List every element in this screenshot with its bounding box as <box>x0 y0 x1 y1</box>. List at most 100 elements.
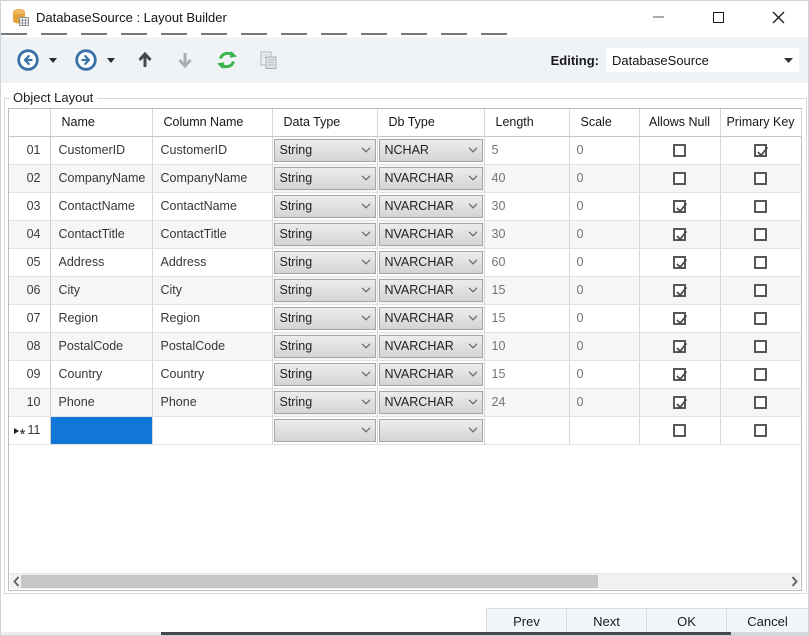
cell-scale[interactable]: 0 <box>569 304 639 332</box>
db-type-dropdown[interactable]: NVARCHAR <box>379 307 483 330</box>
db-type-dropdown[interactable]: NVARCHAR <box>379 335 483 358</box>
cell-name[interactable]: Country <box>50 360 152 388</box>
cell-name[interactable]: CompanyName <box>50 164 152 192</box>
row-header[interactable]: 01 <box>9 136 50 164</box>
cell-column-name[interactable]: Phone <box>152 388 272 416</box>
cell-column-name[interactable]: ContactTitle <box>152 220 272 248</box>
cell-length[interactable]: 15 <box>484 276 569 304</box>
primary-key-checkbox[interactable] <box>754 340 767 353</box>
column-header-data-type[interactable]: Data Type <box>272 109 377 136</box>
cell-scale[interactable]: 0 <box>569 332 639 360</box>
db-type-dropdown[interactable]: NVARCHAR <box>379 251 483 274</box>
selected-cell-name[interactable] <box>50 416 152 444</box>
new-row-header[interactable]: *11 <box>9 416 50 444</box>
column-header-allows-null[interactable]: Allows Null <box>639 109 720 136</box>
db-type-dropdown[interactable]: NVARCHAR <box>379 167 483 190</box>
data-type-dropdown[interactable]: String <box>274 363 376 386</box>
column-header-db-type[interactable]: Db Type <box>377 109 484 136</box>
db-type-dropdown[interactable]: NVARCHAR <box>379 279 483 302</box>
cell-column-name[interactable]: Address <box>152 248 272 276</box>
allows-null-checkbox-checked[interactable] <box>673 200 686 213</box>
primary-key-checkbox[interactable] <box>754 368 767 381</box>
data-type-dropdown[interactable]: String <box>274 391 376 414</box>
data-type-dropdown[interactable]: String <box>274 139 376 162</box>
allows-null-checkbox-checked[interactable] <box>673 368 686 381</box>
cell-name[interactable]: ContactTitle <box>50 220 152 248</box>
cell-column-name[interactable]: CompanyName <box>152 164 272 192</box>
primary-key-checkbox[interactable] <box>754 284 767 297</box>
cell-name[interactable]: Address <box>50 248 152 276</box>
close-button[interactable] <box>748 1 808 33</box>
cell-length[interactable]: 10 <box>484 332 569 360</box>
allows-null-checkbox[interactable] <box>673 172 686 185</box>
cancel-button[interactable]: Cancel <box>726 608 809 634</box>
cell-column-name[interactable]: ContactName <box>152 192 272 220</box>
cell-length[interactable] <box>484 416 569 444</box>
cell-column-name[interactable] <box>152 416 272 444</box>
ok-button[interactable]: OK <box>646 608 727 634</box>
column-header-name[interactable]: Name <box>50 109 152 136</box>
next-button[interactable]: Next <box>566 608 647 634</box>
data-type-dropdown[interactable]: String <box>274 279 376 302</box>
paste-button[interactable] <box>253 43 284 77</box>
data-type-dropdown[interactable]: String <box>274 167 376 190</box>
refresh-button[interactable] <box>211 43 243 77</box>
cell-column-name[interactable]: Country <box>152 360 272 388</box>
allows-null-checkbox-checked[interactable] <box>673 256 686 269</box>
cell-length[interactable]: 60 <box>484 248 569 276</box>
editing-combobox[interactable]: DatabaseSource <box>606 48 799 72</box>
cell-scale[interactable]: 0 <box>569 276 639 304</box>
row-header[interactable]: 02 <box>9 164 50 192</box>
cell-scale[interactable]: 0 <box>569 360 639 388</box>
cell-scale[interactable] <box>569 416 639 444</box>
cell-column-name[interactable]: PostalCode <box>152 332 272 360</box>
db-type-dropdown[interactable]: NVARCHAR <box>379 391 483 414</box>
data-type-dropdown[interactable]: String <box>274 307 376 330</box>
allows-null-checkbox-checked[interactable] <box>673 396 686 409</box>
row-header[interactable]: 08 <box>9 332 50 360</box>
cell-scale[interactable]: 0 <box>569 192 639 220</box>
allows-null-checkbox-checked[interactable] <box>673 340 686 353</box>
data-type-dropdown[interactable]: String <box>274 223 376 246</box>
cell-name[interactable]: City <box>50 276 152 304</box>
minimize-button[interactable] <box>628 1 688 33</box>
cell-name[interactable]: PostalCode <box>50 332 152 360</box>
row-header[interactable]: 06 <box>9 276 50 304</box>
db-type-dropdown[interactable]: NVARCHAR <box>379 195 483 218</box>
back-button[interactable] <box>11 43 45 77</box>
cell-length[interactable]: 15 <box>484 304 569 332</box>
cell-length[interactable]: 30 <box>484 220 569 248</box>
cell-scale[interactable]: 0 <box>569 136 639 164</box>
move-up-button[interactable] <box>131 43 159 77</box>
column-header-column-name[interactable]: Column Name <box>152 109 272 136</box>
db-type-dropdown[interactable]: NVARCHAR <box>379 363 483 386</box>
row-header[interactable]: 10 <box>9 388 50 416</box>
cell-name[interactable]: ContactName <box>50 192 152 220</box>
row-header[interactable]: 07 <box>9 304 50 332</box>
forward-dropdown-button[interactable] <box>103 43 119 77</box>
scroll-right-button[interactable] <box>788 574 800 589</box>
column-header-scale[interactable]: Scale <box>569 109 639 136</box>
scrollbar-thumb[interactable] <box>21 575 598 588</box>
row-header[interactable]: 05 <box>9 248 50 276</box>
row-header-corner[interactable] <box>9 109 50 136</box>
column-header-length[interactable]: Length <box>484 109 569 136</box>
primary-key-checkbox[interactable] <box>754 228 767 241</box>
move-down-button[interactable] <box>171 43 199 77</box>
cell-length[interactable]: 40 <box>484 164 569 192</box>
column-header-primary-key[interactable]: Primary Key <box>720 109 801 136</box>
cell-scale[interactable]: 0 <box>569 248 639 276</box>
cell-column-name[interactable]: Region <box>152 304 272 332</box>
prev-button[interactable]: Prev <box>486 608 567 634</box>
primary-key-checkbox[interactable] <box>754 396 767 409</box>
data-type-dropdown[interactable]: String <box>274 251 376 274</box>
row-header[interactable]: 04 <box>9 220 50 248</box>
allows-null-checkbox-checked[interactable] <box>673 284 686 297</box>
cell-length[interactable]: 5 <box>484 136 569 164</box>
cell-scale[interactable]: 0 <box>569 220 639 248</box>
allows-null-checkbox[interactable] <box>673 144 686 157</box>
allows-null-checkbox-checked[interactable] <box>673 312 686 325</box>
primary-key-checkbox[interactable] <box>754 172 767 185</box>
primary-key-checkbox[interactable] <box>754 200 767 213</box>
cell-name[interactable]: Region <box>50 304 152 332</box>
